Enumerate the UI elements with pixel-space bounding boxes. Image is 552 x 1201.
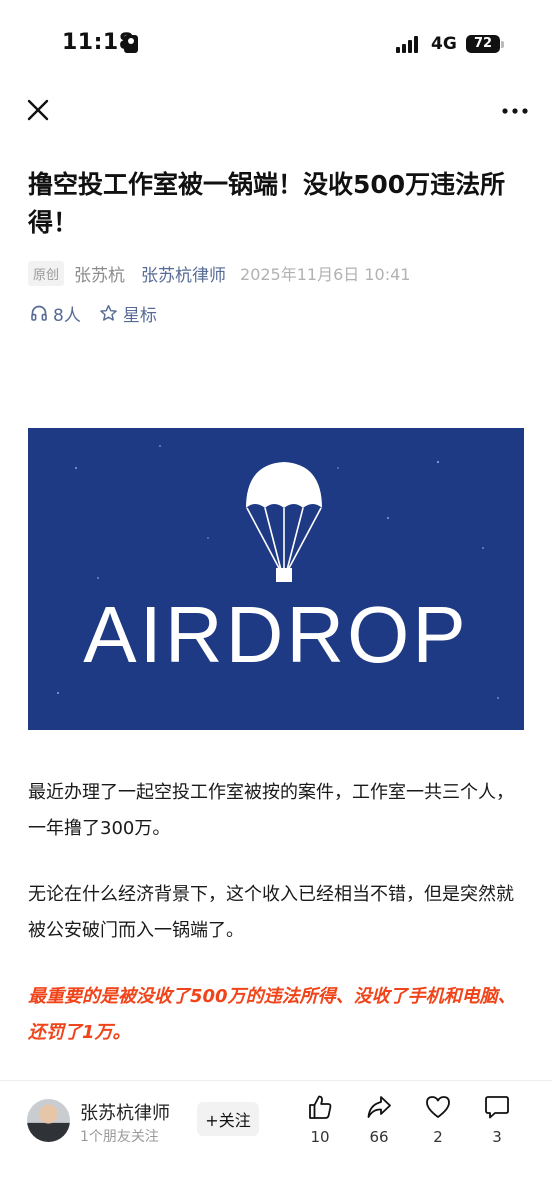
- share-count: 66: [369, 1128, 389, 1146]
- listen-count: 8人: [53, 305, 81, 326]
- like-count: 10: [310, 1128, 330, 1146]
- star-icon: [100, 304, 117, 321]
- status-bar: 11:18 4G 72: [0, 0, 552, 90]
- top-nav: [0, 90, 552, 130]
- cover-image: AIRDROP: [28, 428, 524, 730]
- stats-row: 8人 星标: [30, 300, 157, 326]
- account-link[interactable]: 张苏杭律师: [141, 261, 226, 286]
- thumbs-up-icon: [309, 1095, 332, 1119]
- headphones-icon: [31, 305, 47, 321]
- article-meta: 原创 张苏杭 张苏杭律师 2025年11月6日 10:41: [28, 259, 410, 287]
- star-button[interactable]: 星标: [99, 301, 157, 326]
- star-label: 星标: [122, 305, 157, 326]
- original-tag: 原创: [28, 260, 65, 286]
- article-title: 撸空投工作室被一锅端！没收500万违法所得！: [28, 170, 506, 237]
- network-label: 4G: [431, 34, 457, 54]
- cover-text: AIRDROP: [83, 590, 469, 679]
- more-icon[interactable]: [500, 96, 530, 124]
- article-paragraph: 无论在什么经济背景下，这个收入已经相当不错，但是突然就被公安破门而入一锅端了。: [28, 884, 514, 941]
- share-icon: [367, 1096, 391, 1118]
- bottom-author-name[interactable]: 张苏杭律师: [80, 1099, 170, 1125]
- battery-icon: 72: [466, 35, 500, 53]
- share-button[interactable]: 66: [349, 1093, 409, 1146]
- battery-tip: [501, 41, 504, 48]
- id-card-icon: [124, 35, 138, 53]
- article-paragraph-highlight: 最重要的是被没收了500万的违法所得、没收了手机和电脑、还罚了1万。: [28, 986, 516, 1043]
- like-button[interactable]: 10: [290, 1093, 350, 1146]
- article-paragraph: 最近办理了一起空投工作室被按的案件，工作室一共三个人，一年撸了300万。: [28, 782, 514, 839]
- signal-icon: [396, 35, 422, 53]
- friend-follow-count: 1个朋友关注: [80, 1129, 159, 1145]
- bottom-toolbar: 张苏杭律师 1个朋友关注 +关注 10 66 2 3: [0, 1080, 552, 1201]
- publish-date: 2025年11月6日 10:41: [240, 265, 411, 284]
- favorite-count: 2: [433, 1128, 443, 1146]
- author-avatar[interactable]: [27, 1099, 70, 1142]
- close-icon[interactable]: [24, 96, 52, 124]
- favorite-button[interactable]: 2: [408, 1093, 468, 1146]
- heart-icon: [426, 1096, 450, 1118]
- comment-button[interactable]: 3: [467, 1093, 527, 1146]
- author-name: 张苏杭: [74, 265, 126, 286]
- parachute-icon: [246, 462, 322, 582]
- comment-count: 3: [492, 1128, 502, 1146]
- comment-icon: [485, 1096, 509, 1119]
- follow-button[interactable]: +关注: [197, 1102, 259, 1136]
